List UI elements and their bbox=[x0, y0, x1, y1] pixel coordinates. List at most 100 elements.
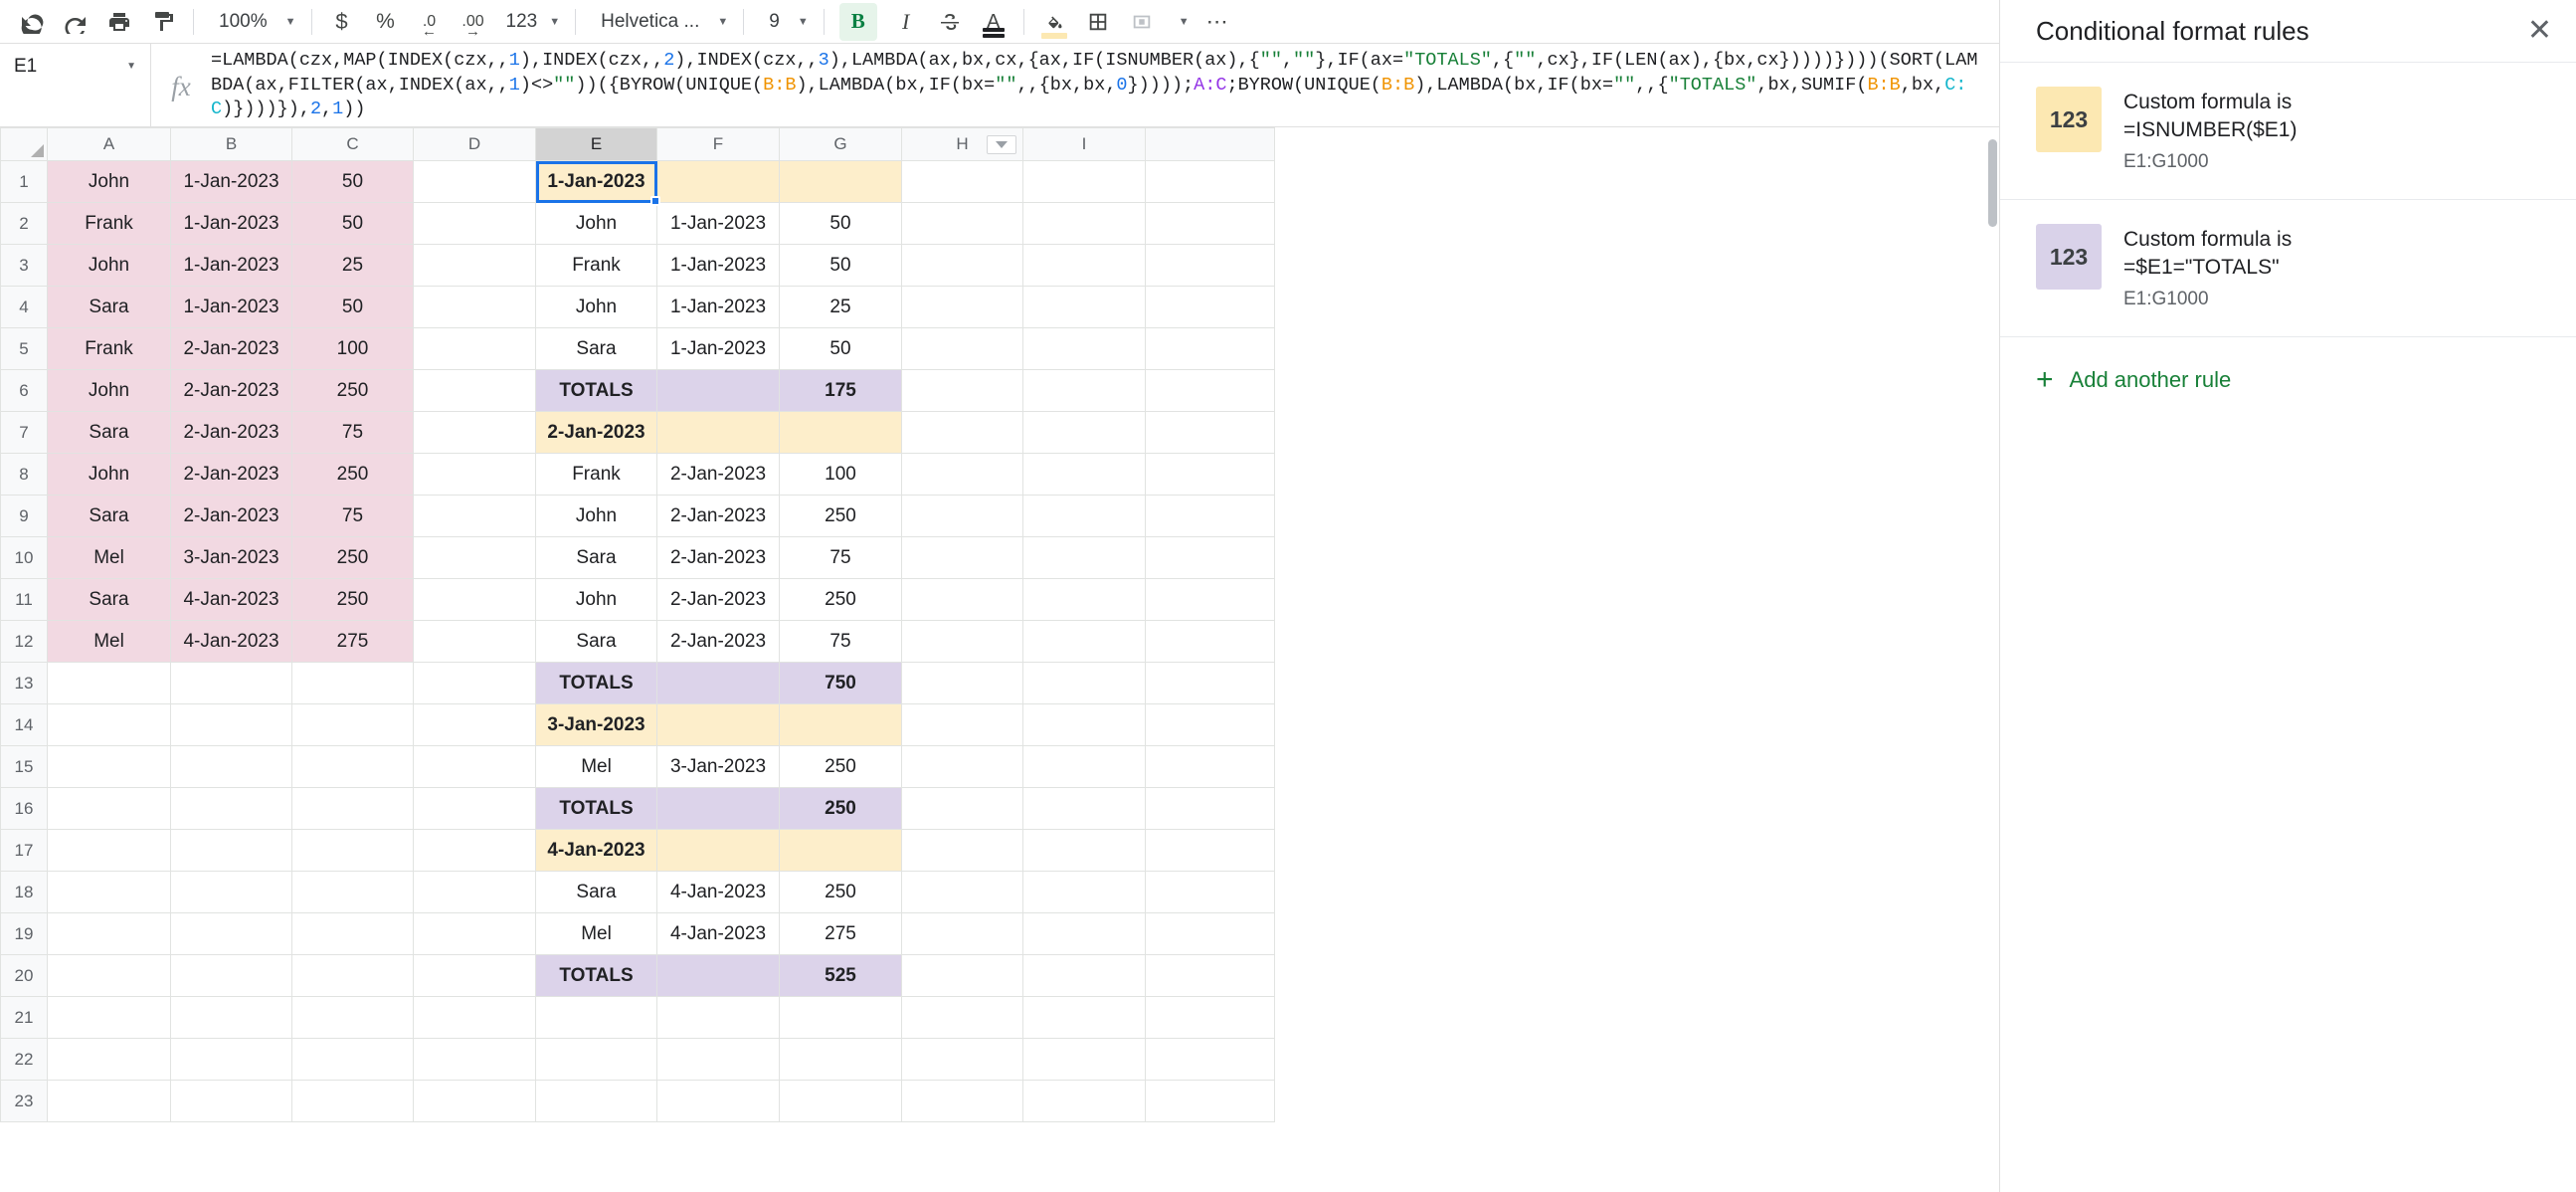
cell-F22[interactable] bbox=[656, 1038, 780, 1081]
cell-G20[interactable]: 525 bbox=[779, 954, 902, 997]
cell-J4[interactable] bbox=[1145, 286, 1275, 328]
cell-I9[interactable] bbox=[1022, 495, 1146, 537]
cell-G2[interactable]: 50 bbox=[779, 202, 902, 245]
cell-A8[interactable]: John bbox=[47, 453, 171, 496]
cell-C3[interactable]: 25 bbox=[291, 244, 414, 287]
cell-A4[interactable]: Sara bbox=[47, 286, 171, 328]
cell-I11[interactable] bbox=[1022, 578, 1146, 621]
italic-button[interactable]: I bbox=[884, 0, 928, 43]
cell-G22[interactable] bbox=[779, 1038, 902, 1081]
cell-J14[interactable] bbox=[1145, 703, 1275, 746]
cell-H1[interactable] bbox=[901, 160, 1023, 203]
cell-E14[interactable]: 3-Jan-2023 bbox=[535, 703, 657, 746]
cell-D23[interactable] bbox=[413, 1080, 536, 1122]
cell-E19[interactable]: Mel bbox=[535, 912, 657, 955]
cell-B4[interactable]: 1-Jan-2023 bbox=[170, 286, 292, 328]
cell-J18[interactable] bbox=[1145, 871, 1275, 913]
merge-dropdown[interactable]: ▼ bbox=[1164, 0, 1196, 43]
cell-G7[interactable] bbox=[779, 411, 902, 454]
cell-F5[interactable]: 1-Jan-2023 bbox=[656, 327, 780, 370]
cell-D5[interactable] bbox=[413, 327, 536, 370]
cell-H21[interactable] bbox=[901, 996, 1023, 1039]
paint-format-icon[interactable] bbox=[141, 0, 185, 43]
cell-G4[interactable]: 25 bbox=[779, 286, 902, 328]
cell-F14[interactable] bbox=[656, 703, 780, 746]
cell-G6[interactable]: 175 bbox=[779, 369, 902, 412]
font-selector[interactable]: Helvetica ... ▼ bbox=[584, 0, 735, 43]
cell-C21[interactable] bbox=[291, 996, 414, 1039]
font-size-selector[interactable]: 9 ▼ bbox=[752, 0, 815, 43]
cell-E17[interactable]: 4-Jan-2023 bbox=[535, 829, 657, 872]
cell-F9[interactable]: 2-Jan-2023 bbox=[656, 495, 780, 537]
cell-H5[interactable] bbox=[901, 327, 1023, 370]
cell-G18[interactable]: 250 bbox=[779, 871, 902, 913]
cell-D17[interactable] bbox=[413, 829, 536, 872]
cell-I4[interactable] bbox=[1022, 286, 1146, 328]
cell-E2[interactable]: John bbox=[535, 202, 657, 245]
cell-G8[interactable]: 100 bbox=[779, 453, 902, 496]
cell-J11[interactable] bbox=[1145, 578, 1275, 621]
vertical-scrollbar[interactable] bbox=[1985, 131, 1999, 1192]
cell-G15[interactable]: 250 bbox=[779, 745, 902, 788]
cell-C8[interactable]: 250 bbox=[291, 453, 414, 496]
cell-I18[interactable] bbox=[1022, 871, 1146, 913]
cell-A17[interactable] bbox=[47, 829, 171, 872]
cell-A5[interactable]: Frank bbox=[47, 327, 171, 370]
cell-B17[interactable] bbox=[170, 829, 292, 872]
print-icon[interactable] bbox=[97, 0, 141, 43]
cell-B5[interactable]: 2-Jan-2023 bbox=[170, 327, 292, 370]
cell-I10[interactable] bbox=[1022, 536, 1146, 579]
cell-E6[interactable]: TOTALS bbox=[535, 369, 657, 412]
row-header-2[interactable]: 2 bbox=[0, 202, 48, 245]
more-formats-button[interactable]: 123 ▼ bbox=[495, 0, 568, 43]
cell-H18[interactable] bbox=[901, 871, 1023, 913]
cell-G11[interactable]: 250 bbox=[779, 578, 902, 621]
cell-D9[interactable] bbox=[413, 495, 536, 537]
row-header-14[interactable]: 14 bbox=[0, 703, 48, 746]
cell-E10[interactable]: Sara bbox=[535, 536, 657, 579]
cell-A3[interactable]: John bbox=[47, 244, 171, 287]
cell-I15[interactable] bbox=[1022, 745, 1146, 788]
row-header-13[interactable]: 13 bbox=[0, 662, 48, 704]
cell-C1[interactable]: 50 bbox=[291, 160, 414, 203]
cell-H6[interactable] bbox=[901, 369, 1023, 412]
cell-E16[interactable]: TOTALS bbox=[535, 787, 657, 830]
row-header-23[interactable]: 23 bbox=[0, 1080, 48, 1122]
cell-H19[interactable] bbox=[901, 912, 1023, 955]
cell-H14[interactable] bbox=[901, 703, 1023, 746]
cell-J15[interactable] bbox=[1145, 745, 1275, 788]
cell-E12[interactable]: Sara bbox=[535, 620, 657, 663]
cell-A13[interactable] bbox=[47, 662, 171, 704]
column-header-e[interactable]: E bbox=[535, 127, 657, 161]
cell-I13[interactable] bbox=[1022, 662, 1146, 704]
cell-C6[interactable]: 250 bbox=[291, 369, 414, 412]
cell-A6[interactable]: John bbox=[47, 369, 171, 412]
cell-A9[interactable]: Sara bbox=[47, 495, 171, 537]
cell-E4[interactable]: John bbox=[535, 286, 657, 328]
cell-A23[interactable] bbox=[47, 1080, 171, 1122]
cell-C12[interactable]: 275 bbox=[291, 620, 414, 663]
cell-B13[interactable] bbox=[170, 662, 292, 704]
cell-G12[interactable]: 75 bbox=[779, 620, 902, 663]
percent-icon[interactable]: % bbox=[364, 0, 408, 43]
cell-D4[interactable] bbox=[413, 286, 536, 328]
cell-F11[interactable]: 2-Jan-2023 bbox=[656, 578, 780, 621]
cell-D6[interactable] bbox=[413, 369, 536, 412]
cell-I20[interactable] bbox=[1022, 954, 1146, 997]
cell-G16[interactable]: 250 bbox=[779, 787, 902, 830]
cell-C18[interactable] bbox=[291, 871, 414, 913]
cell-F16[interactable] bbox=[656, 787, 780, 830]
cell-H22[interactable] bbox=[901, 1038, 1023, 1081]
cell-I3[interactable] bbox=[1022, 244, 1146, 287]
cell-F1[interactable] bbox=[656, 160, 780, 203]
cell-H11[interactable] bbox=[901, 578, 1023, 621]
cell-D18[interactable] bbox=[413, 871, 536, 913]
cell-C10[interactable]: 250 bbox=[291, 536, 414, 579]
cell-G13[interactable]: 750 bbox=[779, 662, 902, 704]
cell-J5[interactable] bbox=[1145, 327, 1275, 370]
row-header-16[interactable]: 16 bbox=[0, 787, 48, 830]
cell-J17[interactable] bbox=[1145, 829, 1275, 872]
column-header-f[interactable]: F bbox=[656, 127, 780, 161]
cell-G14[interactable] bbox=[779, 703, 902, 746]
row-header-21[interactable]: 21 bbox=[0, 996, 48, 1039]
